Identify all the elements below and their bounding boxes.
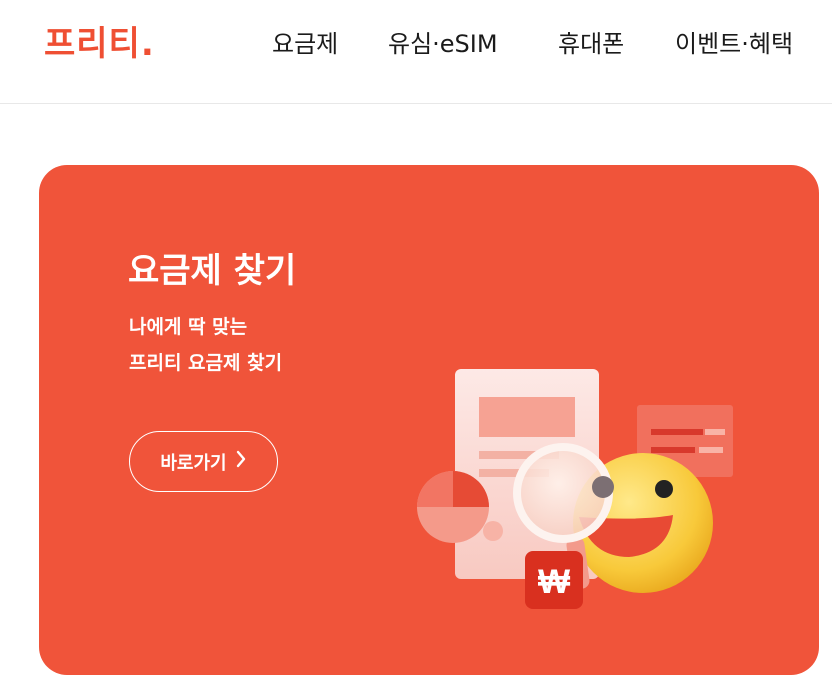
banner-subtitle-line2: 프리티 요금제 찾기 (129, 352, 283, 374)
go-button-label: 바로가기 (160, 452, 227, 474)
nav-item-usim-esim[interactable]: 유심·eSIM (388, 28, 498, 60)
go-button[interactable]: 바로가기 (129, 431, 278, 492)
pretty-logo[interactable]: 프리티. (44, 24, 155, 64)
site-header: 프리티. 요금제 유심·eSIM 휴대폰 이벤트·혜택 (0, 0, 832, 104)
plan-search-illustration: ₩ (411, 361, 741, 621)
banner-title: 요금제 찾기 (128, 251, 297, 291)
banner-subtitle-line1: 나에게 딱 맞는 (129, 316, 248, 338)
chevron-right-icon (235, 450, 247, 473)
plan-finder-banner[interactable]: 요금제 찾기 나에게 딱 맞는 프리티 요금제 찾기 바로가기 ₩ (39, 165, 819, 675)
nav-item-phones[interactable]: 휴대폰 (558, 28, 624, 60)
won-symbol: ₩ (538, 563, 571, 601)
nav-item-plans[interactable]: 요금제 (272, 28, 338, 60)
nav-item-events-benefits[interactable]: 이벤트·혜택 (675, 28, 793, 60)
